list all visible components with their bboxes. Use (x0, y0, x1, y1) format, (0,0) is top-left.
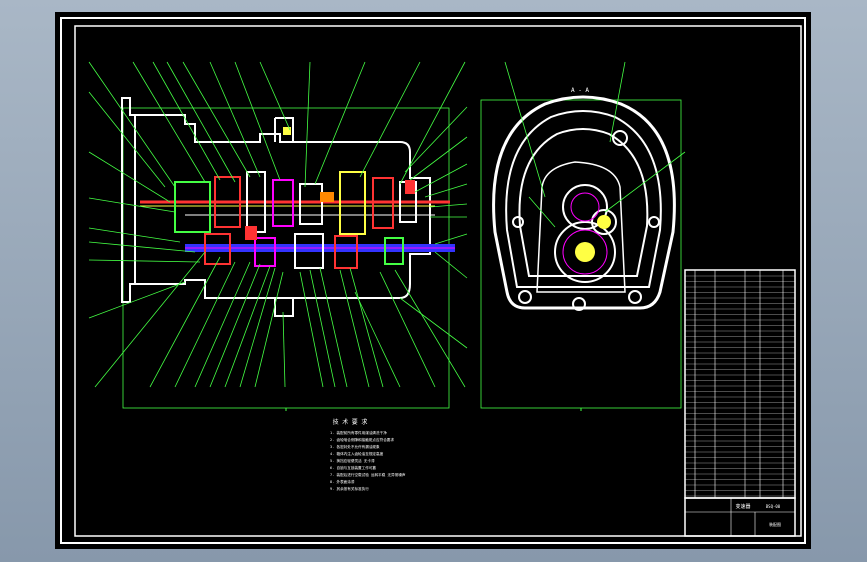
end-view-gears (512, 130, 660, 311)
note-line: 8. 外表面涂漆 (330, 479, 355, 484)
note-line: 4. 箱体内注入齿轮油至规定高度 (330, 451, 384, 456)
note-line: 6. 自锁与互锁装置工作可靠 (330, 465, 376, 470)
drawing-sheet: A - A 技 术 要 求 1. 装配前所有零件用煤油清洗干净 2. 齿轮啮合侧… (55, 12, 811, 549)
title-block: 变速器 BSQ-00 装配图 (684, 497, 796, 537)
note-line: 7. 装配后进行空载试验 运转平稳 无异常噪声 (330, 472, 406, 477)
note-line: 5. 换挡应轻便灵活 无卡滞 (330, 458, 375, 463)
shafts (140, 200, 455, 252)
note-line: 1. 装配前所有零件用煤油清洗干净 (330, 430, 387, 435)
section-label: A - A (571, 87, 589, 94)
note-line: 3. 各密封处不允许有漏油现象 (330, 444, 380, 449)
note-line: 9. 其余按有关标准执行 (330, 486, 369, 491)
title-block-material: 装配图 (769, 521, 781, 527)
title-block-name: 变速器 (735, 503, 750, 510)
left-view-boundary (122, 107, 450, 409)
end-view-housing (492, 95, 676, 310)
notes-title: 技 术 要 求 (333, 418, 368, 426)
technical-notes: 技 术 要 求 1. 装配前所有零件用煤油清洗干净 2. 齿轮啮合侧隙和接触斑点… (330, 418, 406, 491)
note-line: 2. 齿轮啮合侧隙和接触斑点应符合要求 (330, 437, 394, 442)
drawing-canvas: A - A 技 术 要 求 1. 装配前所有零件用煤油清洗干净 2. 齿轮啮合侧… (60, 17, 806, 544)
end-view-leaders (504, 61, 686, 228)
cad-viewport[interactable]: A - A 技 术 要 求 1. 装配前所有零件用煤油清洗干净 2. 齿轮啮合侧… (0, 0, 867, 562)
leader-lines (88, 61, 468, 388)
inner-frame (74, 25, 802, 537)
title-block-drawing-no: BSQ-00 (766, 504, 781, 509)
parts-list-table (684, 269, 796, 499)
